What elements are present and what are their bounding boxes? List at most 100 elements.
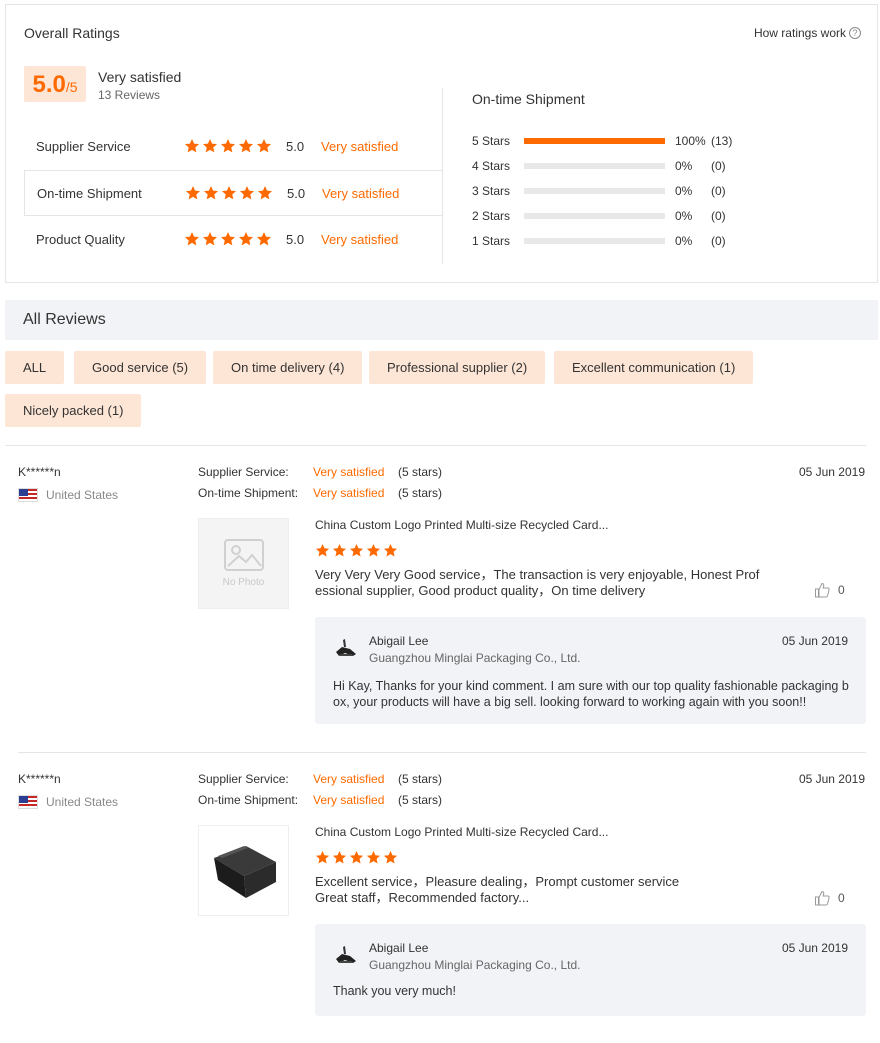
reply-author-name: Abigail Lee [369,941,429,955]
rating-score: 5.0 [286,231,305,247]
star-bar-row: 1 Stars 0% (0) [472,234,741,248]
overall-review-count: 13 Reviews [98,88,161,102]
reply-author-name: Abigail Lee [369,634,429,648]
criterion-value: Very satisfied [313,486,385,500]
black-box-product-image [213,845,276,898]
star-icon [332,543,347,558]
star-icon [185,185,201,201]
star-rating [184,231,272,247]
review-comment: Very Very Very Good service，The transact… [315,567,760,598]
filter-tag-good-service[interactable]: Good service (5) [74,351,207,384]
review-comment-line: Great staff，Recommended factory... [315,890,530,905]
criterion-value: Very satisfied [313,465,385,479]
star-icon [332,850,347,865]
like-button[interactable]: 0 [814,582,845,598]
star-icon [383,850,398,865]
product-title-link[interactable]: China Custom Logo Printed Multi-size Rec… [315,825,608,839]
criterion-stars: (5 stars) [398,793,443,807]
country-name: United States [46,795,119,809]
filter-tag-all[interactable]: ALL [5,351,65,384]
criterion-stars: (5 stars) [398,772,443,786]
star-bar-count: (0) [711,209,726,223]
rating-score: 5.0 [286,138,305,154]
star-bar-percent: 0% [675,234,693,248]
rating-row-on-time-shipment[interactable]: On-time Shipment 5.0 Very satisfied [24,170,443,216]
supplier-avatar-icon [336,639,356,656]
reviewer-name: K******n [18,772,61,786]
star-icon [383,543,398,558]
criterion-stars: (5 stars) [398,465,443,479]
star-rating [185,185,273,201]
star-bar-track [524,238,665,244]
review-comment: Excellent service，Pleasure dealing，Promp… [315,874,765,906]
reviewer-name: K******n [18,465,61,479]
thumbs-up-icon[interactable] [814,890,830,906]
star-bar-count: (0) [711,184,726,198]
image-placeholder-icon [223,539,264,571]
rating-satisfaction: Very satisfied [321,231,399,247]
star-icon [349,850,364,865]
criterion-label: On-time Shipment: [198,486,299,500]
reviewer-country: United States [18,795,118,809]
us-flag-icon [18,488,38,502]
how-ratings-work-label[interactable]: How ratings work [754,26,846,40]
supplier-reply: Abigail Lee Guangzhou Minglai Packaging … [315,617,866,724]
supplier-reply: Abigail Lee Guangzhou Minglai Packaging … [315,924,866,1016]
star-bar-label: 3 Stars [472,184,511,198]
criterion-stars: (5 stars) [398,486,443,500]
star-bar-track [524,163,665,169]
star-bar-count: (0) [711,234,726,248]
thumbs-up-icon[interactable] [814,582,830,598]
rating-satisfaction: Very satisfied [322,185,400,201]
review-star-rating [315,543,398,558]
star-icon [366,850,381,865]
no-photo-label: No Photo [222,577,265,588]
product-thumbnail-placeholder[interactable]: No Photo [198,518,289,609]
all-reviews-header: All Reviews [5,300,878,340]
filter-tag-on-time-delivery[interactable]: On time delivery (4) [213,351,363,384]
criterion-label: On-time Shipment: [198,793,299,807]
star-bar-label: 4 Stars [472,159,511,173]
review-criterion: On-time Shipment: Very satisfied (5 star… [198,793,442,807]
star-icon [366,543,381,558]
review-date: 05 Jun 2019 [798,465,865,479]
review-comment-line: Excellent service，Pleasure dealing，Promp… [315,874,680,889]
star-bar-row: 3 Stars 0% (0) [472,184,741,198]
star-icon [184,231,200,247]
star-icon [257,185,273,201]
star-bar-percent: 100% [675,134,706,148]
review-item: K******n United States Supplier Service:… [0,772,880,1032]
rating-row-product-quality: Product Quality 5.0 Very satisfied [24,216,443,262]
star-icon [221,185,237,201]
reply-company-name: Guangzhou Minglai Packaging Co., Ltd. [369,651,581,665]
product-title-link[interactable]: China Custom Logo Printed Multi-size Rec… [315,518,608,532]
star-bar-row: 4 Stars 0% (0) [472,159,741,173]
rating-score: 5.0 [287,185,306,201]
star-bar-label: 1 Stars [472,234,511,248]
filter-tag-professional-supplier[interactable]: Professional supplier (2) [369,351,546,384]
overall-ratings-card: Overall Ratings How ratings work ? 5.0 /… [5,4,878,283]
help-icon[interactable]: ? [849,27,861,39]
star-icon [349,543,364,558]
star-bar-label: 5 Stars [472,134,511,148]
overall-score-badge: 5.0 /5 [24,66,86,102]
how-ratings-work-link[interactable]: How ratings work ? [754,26,861,40]
country-name: United States [46,488,119,502]
rating-category-label: Product Quality [36,231,125,247]
filter-tag-excellent-communication[interactable]: Excellent communication (1) [554,351,754,384]
criterion-value: Very satisfied [313,772,385,786]
star-bar-track [524,213,665,219]
star-icon [220,138,236,154]
product-thumbnail[interactable] [198,825,289,916]
rating-satisfaction: Very satisfied [321,138,399,154]
reply-date: 05 Jun 2019 [781,941,848,955]
like-button[interactable]: 0 [814,890,845,906]
supplier-avatar-icon [336,946,356,963]
criterion-label: Supplier Service: [198,465,289,479]
review-star-rating [315,850,398,865]
star-bar-count: (0) [711,159,726,173]
criterion-value: Very satisfied [313,793,385,807]
star-rating [184,138,272,154]
filter-tag-nicely-packed[interactable]: Nicely packed (1) [5,394,142,427]
star-icon [184,138,200,154]
